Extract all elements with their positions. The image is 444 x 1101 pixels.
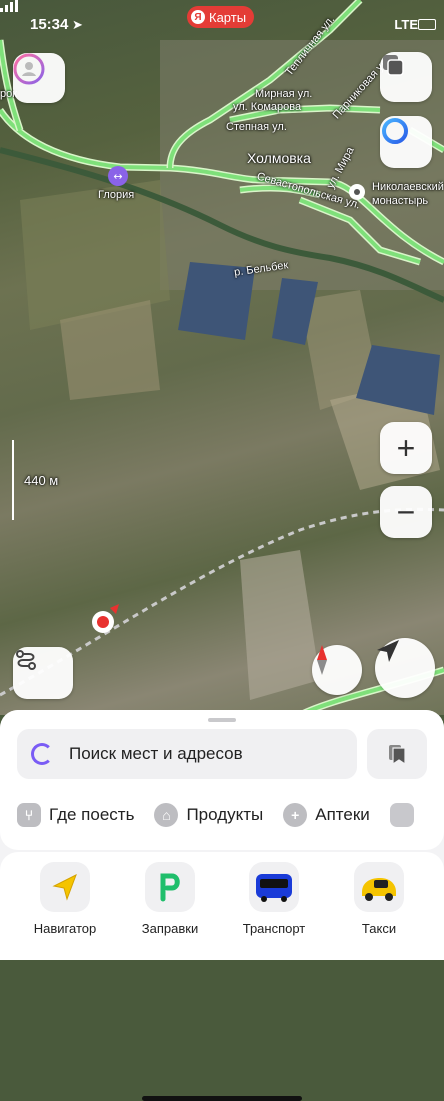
fork-knife-icon: ⑂ (17, 803, 41, 827)
location-services-icon: ➤ (72, 17, 83, 32)
bottom-sheet: Поиск мест и адресов ⑂ Где поесть ⌂ Прод… (0, 710, 444, 1101)
zoom-out-button[interactable]: − (380, 486, 432, 538)
bookmarks-icon (389, 745, 406, 765)
category-groceries[interactable]: ⌂ Продукты (154, 803, 263, 827)
my-location-button[interactable] (375, 638, 435, 698)
profile-button[interactable] (13, 53, 65, 103)
route-icon (16, 650, 36, 670)
app-navigator[interactable]: Навигатор (25, 862, 105, 936)
app-label: Такси (361, 921, 397, 936)
app-label: Заправки (141, 921, 199, 936)
street-label: Степная ул. (226, 121, 287, 133)
navigator-arrow-icon (52, 873, 77, 901)
category-food[interactable]: ⑂ Где поесть (17, 803, 134, 827)
search-bar[interactable]: Поиск мест и адресов (17, 729, 357, 779)
more-category-icon (389, 803, 414, 827)
location-pin-icon (97, 616, 109, 628)
monastery-label: Николаевский монастырь (372, 181, 444, 207)
monastery-marker-dot (354, 189, 360, 195)
field (240, 550, 320, 700)
category-row: ⑂ Где поесть ⌂ Продукты + Аптеки (17, 797, 414, 833)
bookmarks-button[interactable] (367, 729, 427, 779)
alice-button[interactable] (380, 116, 432, 168)
brand-label: Карты (209, 9, 247, 25)
battery-icon (418, 19, 436, 30)
location-arrow-icon (377, 640, 399, 662)
fuel-tile (145, 862, 195, 912)
alice-search-icon (31, 743, 53, 765)
search-card: Поиск мест и адресов ⑂ Где поесть ⌂ Прод… (0, 710, 444, 850)
app-transport[interactable]: Транспорт (234, 862, 314, 936)
category-pharmacy[interactable]: + Аптеки (283, 803, 370, 827)
taxi-tile (354, 862, 404, 912)
search-placeholder: Поиск мест и адресов (69, 744, 243, 763)
street-label: ул. Комарова (233, 101, 302, 113)
brand-badge: Я Карты (187, 6, 255, 28)
taxi-icon (362, 878, 396, 901)
category-more[interactable] (389, 803, 414, 827)
plus-icon: + (283, 803, 308, 827)
app-label: Навигатор (33, 921, 97, 936)
status-time: 15:34 (30, 16, 69, 33)
gym-label: Глория (98, 189, 135, 201)
yandex-logo-icon: Я (191, 10, 205, 24)
services-dock: Навигатор Заправки Транспорт Такси (0, 852, 444, 1101)
street-label: Мирная ул. (255, 88, 313, 100)
basket-icon: ⌂ (154, 803, 179, 827)
category-label: Где поесть (49, 805, 135, 824)
navigator-tile (40, 862, 90, 912)
category-label: Аптеки (315, 805, 370, 824)
route-button[interactable] (13, 647, 73, 699)
transport-tile (249, 862, 299, 912)
category-label: Продукты (186, 805, 264, 824)
sheet-grabber[interactable] (208, 718, 236, 722)
signal-icon (0, 0, 18, 12)
map-layer: ↔ (0, 0, 444, 715)
layers-button[interactable] (380, 52, 432, 102)
avatar-icon (13, 53, 45, 85)
pin-direction-icon (110, 604, 119, 614)
app-label: Транспорт (242, 921, 306, 936)
alice-icon (382, 118, 408, 144)
fuel-p-icon (160, 873, 180, 902)
compass-button[interactable] (312, 645, 362, 695)
home-indicator (142, 1096, 302, 1101)
app-taxi[interactable]: Такси (339, 862, 419, 936)
app-fuel[interactable]: Заправки (130, 862, 210, 936)
zoom-in-button[interactable]: + (380, 422, 432, 474)
layers-icon (383, 55, 404, 76)
bus-icon (256, 874, 292, 902)
compass-icon (317, 645, 327, 675)
map-view[interactable]: ↔ Холмовка Николаевский монастырь р. Бел… (0, 0, 444, 715)
scale-label: 440 м (24, 473, 59, 488)
city-label: Холмовка (247, 150, 311, 166)
gym-dumbbell-glyph: ↔ (113, 170, 122, 183)
network-type: LTE (394, 17, 418, 32)
